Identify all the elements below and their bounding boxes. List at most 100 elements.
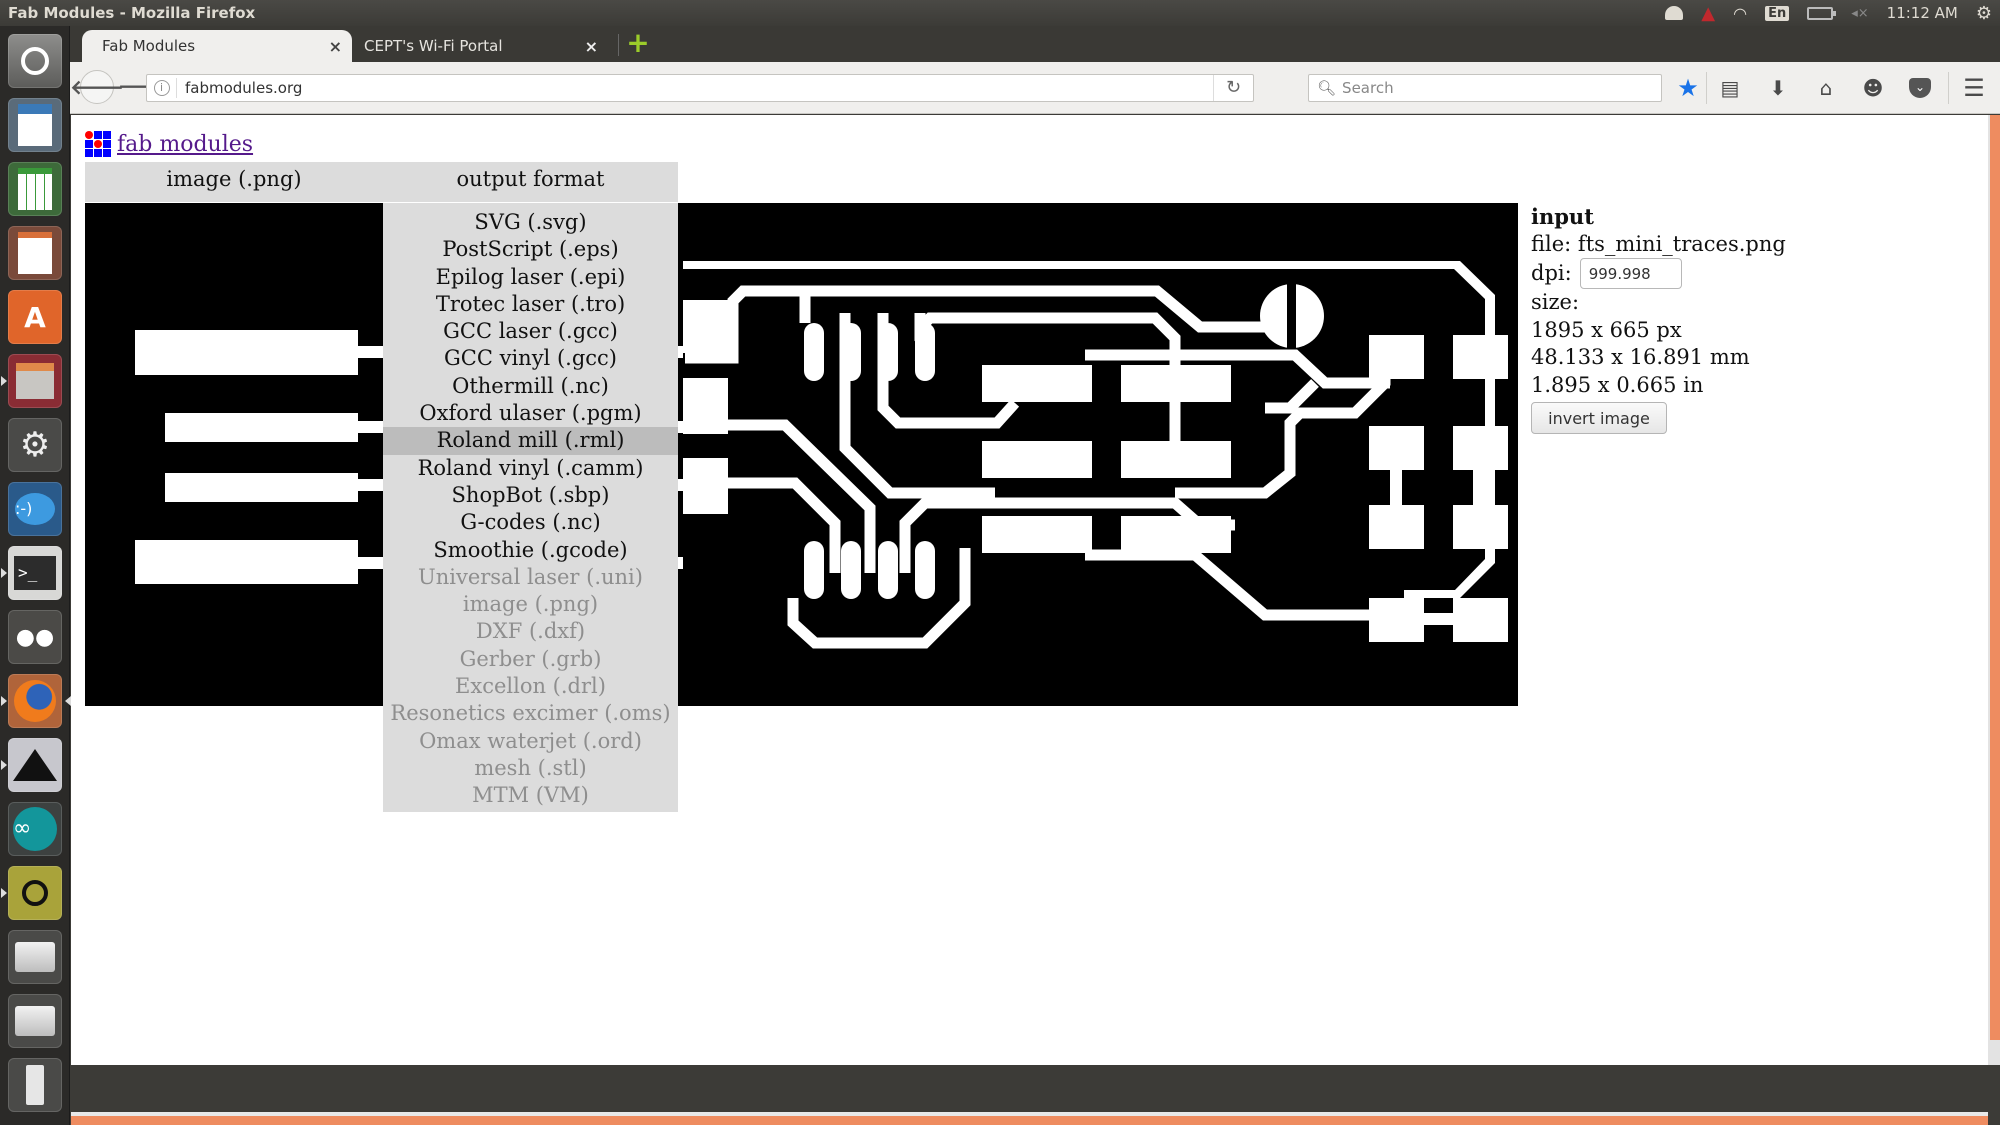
dpi-input[interactable] — [1579, 258, 1682, 289]
home-button[interactable]: ⌂ — [1812, 74, 1840, 102]
launcher-libreoffice-calc[interactable] — [8, 162, 62, 216]
fab-modules-link[interactable]: fab modules — [117, 132, 253, 157]
new-tab-button[interactable]: + — [626, 29, 650, 57]
output-format-option[interactable]: Roland vinyl (.camm) — [383, 455, 678, 482]
horizontal-scrollbar[interactable] — [71, 1112, 1988, 1125]
vertical-scrollbar[interactable] — [1988, 115, 2000, 1065]
invert-image-button[interactable]: invert image — [1531, 402, 1667, 434]
pcb-pad — [878, 541, 898, 599]
launcher-drive-1[interactable] — [8, 930, 62, 984]
site-info-button[interactable]: i — [147, 78, 177, 98]
pocket-button[interactable]: ⌄ — [1906, 74, 1934, 102]
dpi-row: dpi: — [1531, 258, 1786, 289]
launcher-libreoffice-writer[interactable] — [8, 98, 62, 152]
launcher-empathy[interactable]: :-) — [8, 482, 62, 536]
tab-cept-wifi-portal[interactable]: CEPT's Wi-Fi Portal × — [360, 30, 610, 62]
input-format-header[interactable]: image (.png) — [85, 162, 383, 202]
output-format-option[interactable]: Othermill (.nc) — [383, 373, 678, 400]
toolbar-separator — [1948, 72, 1949, 104]
info-icon: i — [153, 80, 170, 96]
hello-chat-button[interactable]: ☻ — [1859, 74, 1887, 102]
bookmark-star-button[interactable]: ★ — [1674, 74, 1702, 102]
launcher-system-settings[interactable]: ⚙ — [8, 418, 62, 472]
pcb-pad — [1453, 335, 1508, 379]
launcher-drive-2[interactable] — [8, 994, 62, 1048]
pcb-pad — [1369, 335, 1424, 379]
alert-icon[interactable]: ▲ — [1701, 3, 1715, 24]
back-button[interactable]: 🡐 — [70, 70, 124, 104]
output-format-option[interactable]: Epilog laser (.epi) — [383, 264, 678, 291]
horizontal-scrollbar-thumb[interactable] — [71, 1116, 1988, 1125]
launcher-software-center[interactable]: A — [8, 290, 62, 344]
output-format-option[interactable]: GCC vinyl (.gcc) — [383, 345, 678, 372]
navigation-toolbar: 🡐 🡒 i fabmodules.org ↻ 🔍︎ Search ★ ▤ ⬇ ⌂… — [70, 62, 2000, 114]
launcher-files[interactable] — [1, 354, 62, 408]
window-title: Fab Modules - Mozilla Firefox — [8, 4, 256, 22]
clock[interactable]: 11:12 AM — [1887, 4, 1958, 22]
vertical-scrollbar-thumb[interactable] — [1990, 115, 2000, 1040]
output-format-menu: SVG (.svg) PostScript (.eps) Epilog laser … — [383, 203, 678, 812]
image-search-icon — [22, 880, 48, 906]
home-icon: ⌂ — [1819, 76, 1833, 100]
hard-drive-icon — [15, 1006, 55, 1036]
launcher-usb-drive[interactable] — [8, 1058, 62, 1112]
output-format-option: image (.png) — [462, 592, 599, 617]
tab-fab-modules[interactable]: Fab Modules × — [82, 30, 352, 62]
output-format-option[interactable]: Smoothie (.gcode) — [383, 537, 678, 564]
power-gear-icon[interactable]: ⚙ — [1976, 3, 1992, 24]
pcb-pad — [135, 540, 358, 584]
close-icon[interactable]: × — [585, 37, 598, 56]
search-input[interactable]: 🔍︎ Search — [1308, 74, 1662, 102]
terminal-icon: >_ — [14, 556, 56, 590]
arduino-icon: ∞ — [13, 807, 57, 851]
tab-separator — [618, 34, 619, 56]
output-format-option[interactable]: PostScript (.eps) — [383, 236, 678, 263]
battery-icon[interactable] — [1807, 6, 1837, 20]
usb-icon — [26, 1065, 44, 1105]
system-top-panel: Fab Modules - Mozilla Firefox ▲ ◠ En ◂× … — [0, 0, 2000, 26]
web-page: fab modules image (.png) output format S… — [71, 115, 1988, 1065]
volume-muted-icon[interactable]: ◂× — [1851, 6, 1868, 21]
dropbox-icon[interactable] — [1665, 6, 1684, 20]
launcher-terminal[interactable]: >_ — [1, 546, 62, 600]
hamburger-menu-icon: ☰ — [1963, 74, 1985, 102]
size-in: 1.895 x 0.665 in — [1531, 372, 1704, 397]
keyboard-layout-icon[interactable]: En — [1765, 5, 1790, 21]
launcher-libreoffice-impress[interactable] — [8, 226, 62, 280]
site-logo[interactable]: fab modules — [85, 131, 253, 157]
output-format-option[interactable]: SVG (.svg) — [383, 209, 678, 236]
output-format-option: Omax waterjet (.ord) — [419, 728, 642, 753]
pcb-pad — [1121, 441, 1231, 478]
output-format-option: Resonetics excimer (.oms) — [390, 701, 671, 726]
close-icon[interactable]: × — [329, 37, 342, 56]
launcher-firefox[interactable] — [1, 674, 71, 728]
output-format-option: MTM (VM) — [472, 783, 589, 808]
launcher-ubuntu-dash[interactable] — [8, 34, 62, 88]
pcb-traces-image — [85, 203, 1518, 706]
output-format-option[interactable]: Trotec laser (.tro) — [383, 291, 678, 318]
url-bar[interactable]: i fabmodules.org ↻ — [146, 74, 1254, 102]
bookmarks-menu-button[interactable]: ▤ — [1716, 74, 1744, 102]
output-format-option[interactable]: ShopBot (.sbp) — [383, 482, 678, 509]
writer-icon — [18, 104, 52, 146]
launcher-inkscape[interactable] — [1, 738, 62, 792]
launcher-image-viewer[interactable] — [1, 866, 62, 920]
menu-button[interactable]: ☰ — [1960, 74, 1988, 102]
launcher-arduino[interactable]: ∞ — [8, 802, 62, 856]
output-format-option[interactable]: Roland mill (.rml) — [383, 427, 678, 455]
downloads-button[interactable]: ⬇ — [1764, 74, 1792, 102]
output-format-header[interactable]: output format — [383, 162, 678, 202]
clipboard-list-icon: ▤ — [1720, 76, 1740, 100]
pcb-pad — [1369, 598, 1424, 642]
url-text[interactable]: fabmodules.org — [177, 79, 302, 97]
wifi-icon[interactable]: ◠ — [1733, 4, 1747, 23]
output-format-option[interactable]: G-codes (.nc) — [383, 509, 678, 536]
toolbar-separator — [1706, 72, 1707, 104]
reload-button[interactable]: ↻ — [1213, 75, 1253, 101]
pcb-pad — [841, 541, 861, 599]
pcb-pad — [878, 323, 898, 381]
output-format-option[interactable]: Oxford ulaser (.pgm) — [383, 400, 678, 427]
output-format-option[interactable]: GCC laser (.gcc) — [383, 318, 678, 345]
reload-icon: ↻ — [1225, 77, 1242, 98]
launcher-gimp[interactable]: ●● — [8, 610, 62, 664]
